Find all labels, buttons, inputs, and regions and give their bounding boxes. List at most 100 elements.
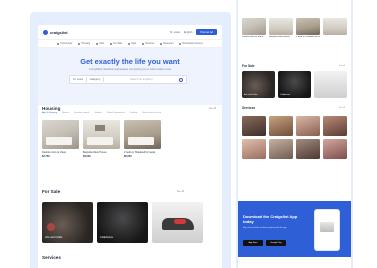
housing-listings: Double room to share $2,750 Bespoke Mew … bbox=[42, 120, 161, 158]
service-image bbox=[323, 116, 347, 136]
for-sale-categories: Arts and Crafts Cellphones bbox=[42, 202, 203, 243]
language-selector[interactable]: English bbox=[184, 31, 193, 34]
search-input[interactable]: Search for anything bbox=[107, 78, 176, 81]
service-image bbox=[296, 116, 320, 136]
service-card[interactable] bbox=[296, 116, 320, 136]
listing-photo-detail bbox=[46, 137, 72, 145]
category-select[interactable]: Category bbox=[90, 78, 101, 81]
site-logo[interactable]: craigslist bbox=[43, 29, 68, 35]
phone-mockup bbox=[314, 209, 340, 251]
nav-item-jobs[interactable]: Jobs bbox=[96, 42, 104, 45]
search-bar: St. Louis Category Search for anything bbox=[69, 75, 187, 84]
google-play-button[interactable]: Google Play bbox=[266, 240, 286, 246]
sale-category-label: Cellphones bbox=[100, 236, 113, 239]
services-icon bbox=[142, 42, 145, 45]
listing-price: $2,000 bbox=[124, 155, 132, 158]
sale-category-card[interactable] bbox=[314, 71, 347, 98]
screenshot-stage: craigslist St. Louis English Post an Ad … bbox=[0, 0, 377, 268]
sale-category-card[interactable] bbox=[152, 202, 203, 243]
listing-card[interactable]: 2 beds in Shadwell for swap bbox=[296, 18, 320, 38]
service-image bbox=[242, 116, 266, 136]
services-section-title: Services bbox=[42, 255, 61, 260]
nav-label: Community bbox=[60, 42, 73, 45]
filter-rooms[interactable]: Rooms bbox=[62, 112, 69, 114]
listing-card[interactable]: Double room to share $2,750 bbox=[42, 120, 79, 158]
filter-parking[interactable]: Parking bbox=[130, 112, 137, 114]
sale-photo-detail bbox=[47, 223, 55, 231]
filter-apts-housing[interactable]: Apts & Housing bbox=[42, 112, 57, 114]
hero-section: Get exactly the life you want A simplifi… bbox=[38, 48, 222, 105]
listing-title: Double room to share bbox=[242, 36, 264, 38]
hero-title: Get exactly the life you want bbox=[80, 57, 180, 66]
service-image bbox=[296, 139, 320, 159]
service-card[interactable] bbox=[296, 139, 320, 159]
service-card[interactable] bbox=[242, 139, 266, 159]
listing-card[interactable] bbox=[323, 18, 347, 38]
service-card[interactable] bbox=[323, 116, 347, 136]
filter-office[interactable]: Office/Commercial bbox=[107, 112, 125, 114]
nav-item-forums[interactable]: Discussion Forums bbox=[179, 42, 203, 45]
listing-image bbox=[269, 18, 293, 35]
housing-icon bbox=[78, 42, 81, 45]
for-sale-see-all-link[interactable]: See all bbox=[339, 65, 345, 67]
services-section-title: Services bbox=[242, 106, 256, 110]
service-image bbox=[269, 139, 293, 159]
housing-see-all-link[interactable]: See all bbox=[209, 107, 216, 110]
footer bbox=[238, 257, 351, 268]
listing-title: 2 beds in Shadwell for swap bbox=[124, 151, 156, 154]
resumes-icon bbox=[160, 42, 163, 45]
sale-category-card[interactable]: Arts and Crafts bbox=[42, 202, 93, 243]
housing-section-title: Housing bbox=[42, 106, 61, 111]
sale-category-card[interactable]: Cellphones bbox=[97, 202, 148, 243]
filter-vacation-rentals[interactable]: Vacation rentals bbox=[74, 112, 90, 114]
services-grid bbox=[242, 116, 347, 159]
service-card[interactable] bbox=[242, 116, 266, 136]
listing-photo-detail bbox=[87, 137, 113, 145]
listing-image bbox=[296, 18, 320, 35]
listing-title: Bespoke Mew House bbox=[83, 151, 107, 154]
forums-icon bbox=[179, 42, 182, 45]
app-store-button[interactable]: App Store bbox=[243, 240, 263, 246]
filter-real-estate[interactable]: Real estate for sale bbox=[142, 112, 161, 114]
sale-category-card[interactable]: Arts and Crafts bbox=[242, 71, 275, 98]
nav-item-resumes[interactable]: Resumes bbox=[160, 42, 173, 45]
listing-card[interactable]: Bespoke Mew House bbox=[269, 18, 293, 38]
listing-title: Bespoke Mew House bbox=[269, 36, 290, 38]
nav-label: For Sale bbox=[113, 42, 123, 45]
for-sale-icon bbox=[110, 42, 113, 45]
listing-image bbox=[83, 120, 120, 149]
listing-card[interactable]: 2 beds in Shadwell for swap $2,000 bbox=[124, 120, 161, 158]
listing-card[interactable]: Bespoke Mew House $3,000 bbox=[83, 120, 120, 158]
sale-category-label: Arts and Crafts bbox=[45, 236, 63, 239]
divider bbox=[103, 77, 104, 82]
services-see-all-link[interactable]: See all bbox=[339, 107, 345, 109]
sale-category-card[interactable]: Cellphones bbox=[278, 71, 311, 98]
community-icon bbox=[57, 42, 60, 45]
logo-icon bbox=[43, 29, 48, 35]
service-image bbox=[323, 139, 347, 159]
for-sale-see-all-link[interactable]: See all bbox=[177, 190, 184, 193]
search-icon[interactable] bbox=[179, 77, 183, 82]
for-sale-section-title: For Sale bbox=[242, 64, 255, 68]
site-header: craigslist St. Louis English Post an Ad bbox=[38, 25, 222, 39]
nav-item-for-sale[interactable]: For Sale bbox=[110, 42, 122, 45]
service-card[interactable] bbox=[269, 116, 293, 136]
listing-price: $3,000 bbox=[83, 155, 91, 158]
nav-label: Jobs bbox=[99, 42, 105, 45]
promo-text: Buy, sell and find just about anything w… bbox=[243, 227, 287, 229]
service-card[interactable] bbox=[323, 139, 347, 159]
listing-card[interactable]: Double room to share bbox=[242, 18, 266, 38]
nav-item-housing[interactable]: Housing bbox=[78, 42, 90, 45]
location-selector[interactable]: St. Louis bbox=[170, 31, 180, 34]
housing-filters: Apts & Housing Rooms Vacation rentals Su… bbox=[42, 112, 161, 114]
nav-item-gigs[interactable]: Gigs bbox=[128, 42, 136, 45]
nav-item-services[interactable]: Services bbox=[142, 42, 154, 45]
post-ad-button[interactable]: Post an Ad bbox=[196, 29, 217, 35]
filter-sublets[interactable]: Sublets bbox=[95, 112, 102, 114]
location-select[interactable]: St. Louis bbox=[73, 78, 83, 81]
nav-label: Gigs bbox=[131, 42, 137, 45]
for-sale-categories: Arts and Crafts Cellphones bbox=[242, 71, 347, 98]
sale-category-label: Cellphones bbox=[280, 94, 291, 96]
service-card[interactable] bbox=[269, 139, 293, 159]
nav-item-community[interactable]: Community bbox=[57, 42, 72, 45]
